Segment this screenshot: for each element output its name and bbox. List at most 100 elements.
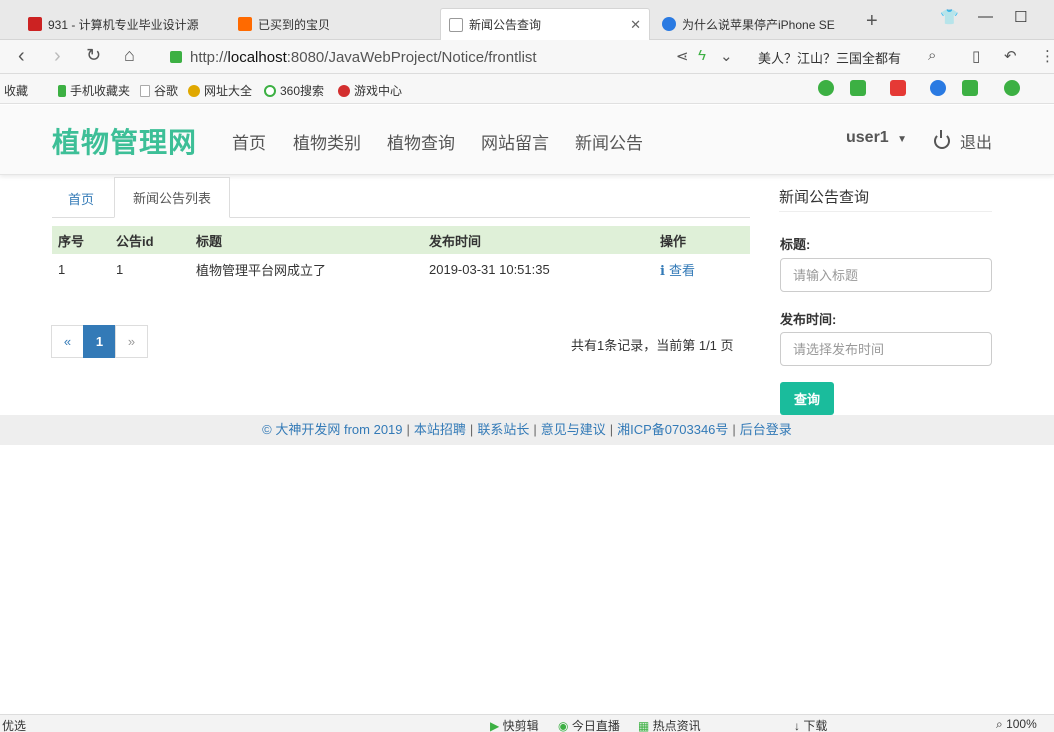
publish-time-input[interactable]: [780, 332, 992, 366]
breadcrumb-active-label: 新闻公告列表: [132, 191, 211, 206]
nav-message[interactable]: 网站留言: [481, 129, 549, 154]
status-quick-edit[interactable]: ▶ 快剪辑: [490, 717, 539, 732]
footer-link-icp[interactable]: 湘ICP备0703346号: [617, 422, 728, 437]
news-icon: ▦: [638, 719, 653, 732]
site-navbar: 植物管理网 首页 植物类别 植物查询 网站留言 新闻公告 user1 ▼ 退出: [0, 105, 1054, 175]
url-input[interactable]: http://localhost:8080/JavaWebProject/Not…: [170, 45, 730, 69]
search-panel-title: 新闻公告查询: [779, 186, 992, 212]
cell-id: 1: [116, 261, 124, 277]
column-header: 操作: [654, 226, 750, 254]
column-header: 标题: [190, 226, 423, 254]
bookmark-favorites[interactable]: 收藏: [4, 82, 28, 99]
new-tab-button[interactable]: +: [866, 10, 878, 33]
logout-label: 退出: [960, 135, 993, 152]
browser-tab-4[interactable]: 为什么说苹果停产iPhone SE: [654, 8, 854, 40]
table-row: 1 1 植物管理平台网成立了 2019-03-31 10:51:35 i 查看: [52, 254, 750, 284]
breadcrumb-home[interactable]: 首页: [68, 189, 94, 208]
nav-news[interactable]: 新闻公告: [575, 129, 643, 154]
status-item-label: 下载: [803, 719, 828, 732]
tab-label: 已买到的宝贝: [258, 17, 331, 32]
cell-title: 植物管理平台网成立了: [196, 262, 327, 278]
phone-icon[interactable]: ▯: [972, 47, 980, 65]
footer-link-feedback[interactable]: 意见与建议: [541, 422, 606, 437]
footer-link-admin[interactable]: 后台登录: [740, 422, 792, 437]
forward-button[interactable]: ›: [54, 45, 61, 68]
title-input[interactable]: [780, 258, 992, 292]
tab-label: 931 - 计算机专业毕业设计源: [48, 17, 199, 32]
search-input[interactable]: 美人？江山？三国全都有: [758, 46, 948, 68]
chevron-down-icon[interactable]: ⌄: [720, 47, 733, 65]
column-header: 公告id: [110, 226, 190, 254]
title-label: 标题:: [780, 237, 811, 252]
status-left[interactable]: 优选: [2, 717, 26, 732]
tab-label: 新闻公告查询: [469, 18, 542, 32]
status-zoom[interactable]: ⌕ 100%: [996, 717, 1037, 732]
footer-link-contact[interactable]: 联系站长: [477, 422, 529, 437]
more-icon[interactable]: ⋮: [1040, 47, 1054, 65]
table-header-row: 序号 公告id 标题 发布时间 操作: [52, 226, 750, 254]
play-icon: ◉: [558, 719, 572, 732]
status-download[interactable]: ↓ 下载: [794, 717, 827, 732]
browser-tab-3[interactable]: 新闻公告查询 ✕: [440, 8, 650, 40]
home-button[interactable]: ⌂: [124, 45, 135, 66]
gamepad-icon[interactable]: [962, 80, 978, 96]
undo-icon[interactable]: ↶: [1004, 47, 1017, 65]
wallet-icon[interactable]: [1004, 80, 1020, 96]
site-footer: © 大神开发网 from 2019 | 本站招聘 | 联系站长 | 意见与建议 | 湘ICP备0…: [0, 415, 1054, 445]
next-page-button[interactable]: »: [115, 325, 148, 358]
footer-link-jobs[interactable]: 本站招聘: [414, 422, 466, 437]
bookmark-label: 游戏中心: [354, 84, 403, 98]
user-dropdown[interactable]: user1 ▼: [846, 129, 907, 147]
column-header: 序号: [52, 226, 110, 254]
zoom-icon[interactable]: [930, 80, 946, 96]
logout-button[interactable]: 退出: [934, 129, 992, 153]
browser-tab-2[interactable]: 已买到的宝贝: [230, 8, 435, 40]
extension-icon[interactable]: [818, 80, 834, 96]
page-button-1[interactable]: 1: [83, 325, 116, 358]
close-icon[interactable]: ✕: [630, 17, 641, 33]
zoom-level: 100%: [1006, 717, 1037, 731]
360-icon: [264, 84, 276, 97]
bookmark-360[interactable]: 360搜索: [264, 82, 324, 99]
bookmark-games[interactable]: 游戏中心: [338, 82, 402, 99]
share-icon[interactable]: ⋖: [676, 47, 689, 65]
security-shield-icon: [170, 51, 182, 63]
bookmark-google[interactable]: 谷歌: [140, 82, 178, 99]
minimize-button[interactable]: —: [978, 8, 993, 25]
publish-time-label: 发布时间:: [780, 312, 837, 327]
bookmark-label: 收藏: [4, 84, 29, 98]
cell-time: 2019-03-31 10:51:35: [429, 261, 550, 277]
query-button[interactable]: 查询: [780, 382, 834, 415]
bookmark-mobile[interactable]: 手机收藏夹: [58, 82, 130, 99]
page-icon: [449, 17, 463, 32]
view-link[interactable]: i 查看: [660, 263, 695, 279]
nav-plant-category[interactable]: 植物类别: [293, 129, 361, 154]
prev-page-button[interactable]: «: [51, 325, 84, 358]
nav-home[interactable]: 首页: [232, 129, 266, 154]
game-icon: [338, 84, 350, 97]
status-news[interactable]: ▦ 热点资讯: [638, 717, 701, 732]
site-brand[interactable]: 植物管理网: [52, 121, 197, 161]
browser-tab-1[interactable]: 931 - 计算机专业毕业设计源: [20, 8, 225, 40]
skin-icon[interactable]: 👕: [940, 8, 959, 26]
back-button[interactable]: ‹: [18, 45, 25, 68]
search-text: 美人？江山？三国全都有: [758, 50, 902, 66]
search-icon[interactable]: ⌕: [928, 47, 936, 64]
footer-copyright[interactable]: © 大神开发网 from 2019: [262, 422, 402, 437]
status-item-label: 今日直播: [571, 719, 620, 732]
bookmark-label: 手机收藏夹: [70, 84, 131, 98]
caret-down-icon: ▼: [897, 134, 908, 145]
pagination: « 1 »: [51, 325, 148, 358]
page-info: 共有1条记录，当前第 1/1 页: [571, 338, 734, 353]
lightning-icon[interactable]: ϟ: [698, 47, 706, 64]
reload-button[interactable]: ↻: [86, 45, 101, 66]
zoom-icon: ⌕: [996, 717, 1007, 731]
status-item-label: 快剪辑: [502, 719, 539, 732]
url-host: localhost: [227, 48, 287, 66]
status-live[interactable]: ◉ 今日直播: [558, 717, 620, 732]
nav-plant-search[interactable]: 植物查询: [387, 129, 455, 154]
maximize-button[interactable]: ☐: [1014, 8, 1027, 26]
bookmark-hao[interactable]: 网址大全: [188, 82, 252, 99]
scissors-icon[interactable]: [890, 80, 906, 96]
translate-icon[interactable]: [850, 80, 866, 96]
